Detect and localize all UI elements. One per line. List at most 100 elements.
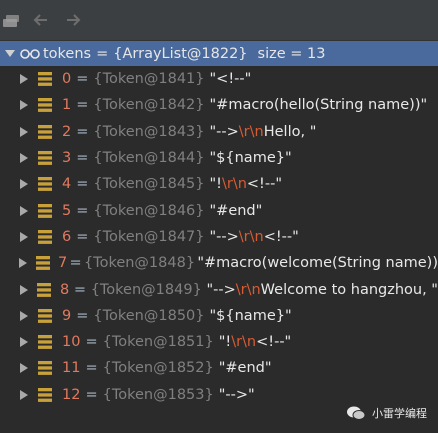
- token-ref: {Token@1853}: [102, 386, 214, 403]
- token-string: <!--": [263, 228, 299, 245]
- escape-sequence: \r\n: [231, 334, 257, 351]
- token-ref: {Token@1842}: [93, 97, 205, 114]
- token-string: "#macro(welcome(String name)): [197, 255, 438, 272]
- watermark-text: 小雷学编程: [372, 407, 427, 420]
- escape-sequence: \r\n: [238, 123, 264, 140]
- watch-glasses-icon: [20, 48, 40, 60]
- token-row[interactable]: 6 = {Token@1847} "--> \r\n <!--": [0, 224, 438, 250]
- equals-sign: =: [96, 45, 109, 62]
- token-string: "!: [218, 334, 232, 351]
- equals-sign: =: [76, 176, 89, 193]
- token-string: "!: [209, 176, 222, 193]
- token-row[interactable]: 11 = {Token@1852} "#end": [0, 355, 438, 381]
- expand-triangle-icon[interactable]: [18, 231, 30, 243]
- token-string: "-->: [209, 123, 239, 140]
- token-index: 3: [62, 150, 72, 167]
- layers-icon[interactable]: [0, 8, 22, 32]
- equals-sign: =: [76, 228, 89, 245]
- token-string: "-->": [218, 386, 255, 403]
- token-string: "${name}": [209, 150, 292, 167]
- token-string: "#macro(hello(String name))": [209, 97, 428, 114]
- equals-sign: =: [76, 307, 89, 324]
- expand-triangle-icon[interactable]: [18, 389, 30, 401]
- variable-root-row[interactable]: tokens = {ArrayList@1822} size = 13: [0, 41, 438, 66]
- equals-sign: =: [85, 334, 98, 351]
- token-string: Welcome to hangzhou, ": [260, 281, 438, 298]
- token-row[interactable]: 1 = {Token@1842} "#macro(hello(String name)…: [0, 92, 438, 118]
- token-ref: {Token@1849}: [90, 281, 202, 298]
- token-string: "#end": [209, 202, 263, 219]
- equals-sign: =: [69, 255, 82, 272]
- field-icon: [38, 72, 54, 87]
- variable-value: {ArrayList@1822}: [113, 45, 248, 62]
- expand-triangle-icon[interactable]: [18, 310, 30, 322]
- expand-triangle-icon[interactable]: [18, 152, 30, 164]
- token-row[interactable]: 9 = {Token@1850} "${name}": [0, 303, 438, 329]
- expand-triangle-icon[interactable]: [18, 126, 30, 138]
- token-row[interactable]: 0 = {Token@1841} "<!--": [0, 66, 438, 92]
- token-index: 10: [62, 334, 81, 351]
- collapse-triangle-icon[interactable]: [2, 49, 18, 59]
- token-index: 0: [62, 71, 72, 88]
- field-icon: [38, 151, 54, 165]
- token-string: <!--": [246, 176, 283, 193]
- token-row[interactable]: 8 = {Token@1849} "--> \r\n Welcome to hangzho…: [0, 276, 438, 302]
- expand-triangle-icon[interactable]: [18, 73, 30, 85]
- field-icon: [38, 124, 54, 139]
- equals-sign: =: [85, 386, 98, 403]
- token-string: "${name}": [209, 307, 292, 324]
- token-ref: {Token@1847}: [93, 228, 205, 245]
- expand-triangle-icon[interactable]: [18, 336, 30, 348]
- token-ref: {Token@1844}: [93, 150, 205, 167]
- token-ref: {Token@1851}: [102, 334, 214, 351]
- token-row[interactable]: 5 = {Token@1846} "#end": [0, 197, 438, 223]
- token-string: <!--": [256, 334, 292, 351]
- variable-name: tokens: [43, 45, 92, 62]
- expand-triangle-icon[interactable]: [18, 205, 30, 217]
- token-index: 6: [62, 228, 72, 245]
- field-icon: [38, 203, 54, 218]
- equals-sign: =: [76, 71, 89, 88]
- escape-sequence: \r\n: [221, 176, 247, 193]
- equals-sign: =: [76, 150, 89, 167]
- wechat-icon: [346, 405, 366, 421]
- field-icon: [38, 387, 54, 402]
- field-icon: [38, 335, 54, 350]
- equals-sign: =: [76, 123, 89, 140]
- size-label: size = 13: [257, 45, 326, 62]
- token-row[interactable]: 4 = {Token@1845} "! \r\n <!--": [0, 171, 438, 197]
- forward-arrow-icon[interactable]: [62, 8, 84, 32]
- equals-sign: =: [73, 281, 87, 298]
- field-icon: [38, 361, 54, 376]
- field-icon: [38, 308, 54, 323]
- token-row[interactable]: 3 = {Token@1844} "${name}": [0, 145, 438, 171]
- token-index: 7: [58, 255, 68, 272]
- token-row[interactable]: 2 = {Token@1843} "--> \r\n Hello, ": [0, 119, 438, 145]
- token-string: Hello, ": [263, 123, 317, 140]
- token-row[interactable]: 7 = {Token@1848} "#macro(welcome(String nam…: [0, 250, 438, 276]
- expand-triangle-icon[interactable]: [18, 362, 30, 374]
- token-index: 9: [62, 307, 72, 324]
- equals-sign: =: [76, 202, 89, 219]
- expand-triangle-icon[interactable]: [18, 99, 30, 111]
- token-row[interactable]: 10 = {Token@1851} "! \r\n <!--": [0, 329, 438, 355]
- equals-sign: =: [85, 360, 98, 377]
- escape-sequence: \r\n: [235, 281, 261, 298]
- token-index: 1: [62, 97, 72, 114]
- token-ref: {Token@1852}: [102, 360, 214, 377]
- token-ref: {Token@1845}: [93, 176, 205, 193]
- token-index: 4: [62, 176, 72, 193]
- expand-triangle-icon[interactable]: [18, 178, 30, 190]
- debugger-toolbar: [0, 0, 438, 41]
- watermark: 小雷学编程: [346, 404, 427, 422]
- token-index: 11: [62, 360, 81, 377]
- token-string: "#end": [218, 360, 272, 377]
- token-index: 8: [60, 281, 70, 298]
- token-ref: {Token@1843}: [93, 123, 205, 140]
- back-arrow-icon[interactable]: [30, 8, 52, 32]
- expand-triangle-icon[interactable]: [18, 284, 29, 296]
- field-icon: [37, 282, 52, 297]
- field-icon: [38, 98, 54, 113]
- expand-triangle-icon[interactable]: [18, 257, 28, 269]
- token-index: 5: [62, 202, 72, 219]
